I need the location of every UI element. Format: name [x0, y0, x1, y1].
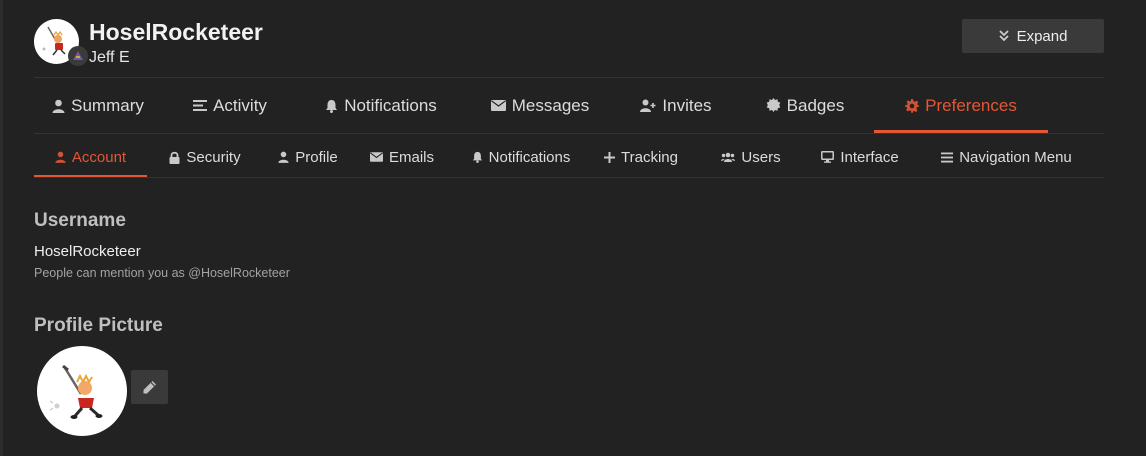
list-icon: [193, 99, 208, 112]
subnav-label: Users: [741, 148, 781, 166]
username-value: HoselRocketeer: [34, 243, 141, 260]
expand-label: Expand: [1016, 27, 1068, 45]
subnav-item-security[interactable]: Security: [147, 137, 263, 177]
subnav-label: Tracking: [621, 148, 678, 166]
subnav-label: Navigation Menu: [959, 148, 1072, 166]
subnav-item-account[interactable]: Account: [34, 137, 147, 177]
mention-hint: People can mention you as @HoselRocketee…: [34, 266, 290, 280]
profile-picture-heading: Profile Picture: [34, 315, 163, 336]
user-main-nav: Summary Activity Notifications Messages …: [34, 78, 1104, 133]
nav-item-summary[interactable]: Summary: [34, 78, 162, 133]
subnav-item-interface[interactable]: Interface: [811, 137, 909, 177]
subnav-label: Interface: [840, 148, 899, 166]
user-icon: [52, 99, 65, 113]
profile-picture: [37, 346, 127, 436]
user-icon: [278, 151, 289, 163]
gear-icon: [905, 98, 920, 113]
bell-icon: [472, 151, 483, 163]
user-plus-icon: [640, 99, 656, 112]
flair-icon: [73, 51, 83, 60]
double-chevron-down-icon: [998, 30, 1009, 42]
envelope-icon: [490, 100, 506, 111]
nav-label: Messages: [511, 95, 590, 115]
nav-label: Notifications: [344, 95, 437, 115]
subnav-label: Profile: [295, 148, 338, 166]
desktop-icon: [821, 151, 835, 163]
nav-item-preferences[interactable]: Preferences: [874, 78, 1048, 133]
nav-label: Invites: [662, 95, 712, 115]
username-heading: Username: [34, 210, 126, 231]
envelope-icon: [369, 152, 383, 162]
users-icon: [721, 152, 736, 162]
preferences-subnav: Account Security Profile Emails Notifica…: [34, 137, 1104, 177]
subnav-label: Emails: [388, 148, 434, 166]
nav-label: Summary: [71, 95, 144, 115]
left-border: [0, 0, 3, 456]
subnav-label: Security: [186, 148, 241, 166]
nav-label: Preferences: [925, 95, 1017, 115]
nav-item-notifications[interactable]: Notifications: [298, 78, 464, 133]
nav-item-badges[interactable]: Badges: [736, 78, 874, 133]
nav-label: Activity: [213, 95, 267, 115]
profile-full-name: Jeff E: [89, 49, 130, 66]
nav-item-invites[interactable]: Invites: [616, 78, 736, 133]
certificate-icon: [766, 98, 781, 113]
subnav-item-notifications[interactable]: Notifications: [451, 137, 591, 177]
subnav-item-users[interactable]: Users: [691, 137, 811, 177]
lock-icon: [169, 151, 180, 164]
golfer-avatar-icon: [49, 364, 103, 419]
subnav-item-emails[interactable]: Emails: [353, 137, 451, 177]
pencil-icon: [142, 380, 157, 395]
expand-button[interactable]: Expand: [962, 19, 1104, 53]
subnav-item-tracking[interactable]: Tracking: [591, 137, 691, 177]
plus-icon: [604, 151, 616, 163]
subnav-label: Notifications: [488, 148, 571, 166]
nav-label: Badges: [786, 95, 845, 115]
subnav-divider: [34, 177, 1104, 178]
user-flair-badge: [68, 46, 88, 66]
edit-profile-picture-button[interactable]: [131, 370, 168, 404]
user-icon: [55, 151, 66, 163]
subnav-item-profile[interactable]: Profile: [263, 137, 353, 177]
nav-item-messages[interactable]: Messages: [464, 78, 616, 133]
bell-icon: [325, 99, 338, 113]
nav-divider: [34, 133, 1104, 134]
bars-icon: [941, 152, 954, 163]
profile-username: HoselRocketeer: [89, 19, 263, 45]
subnav-item-navigation-menu[interactable]: Navigation Menu: [909, 137, 1104, 177]
subnav-label: Account: [71, 148, 127, 166]
nav-item-activity[interactable]: Activity: [162, 78, 298, 133]
